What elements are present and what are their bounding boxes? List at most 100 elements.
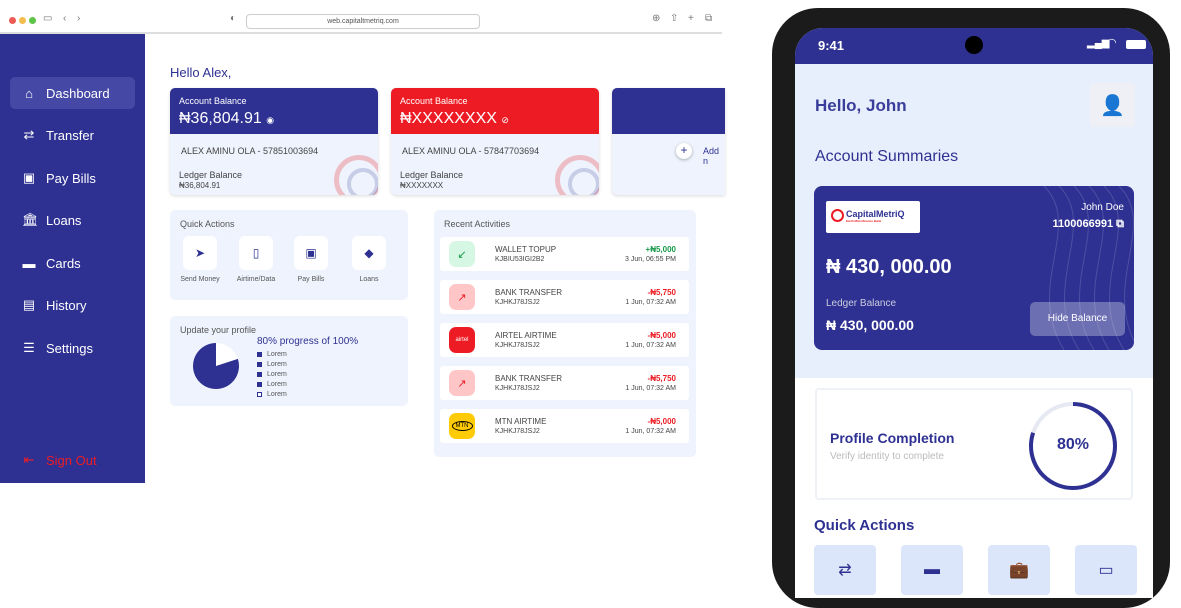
add-account-card[interactable]: + Add n [612,88,725,195]
url-text: web.capitaltmetriq.com [327,18,399,25]
activity-amount: -₦5,000 [647,331,676,340]
profile-subtitle: Verify identity to complete [830,451,944,462]
credit-card-icon: ▭ [1098,562,1114,579]
eye-off-icon[interactable]: ⊘ [501,115,509,125]
sidebar-item-cards[interactable]: ▬ Cards [10,247,135,279]
sign-out-button[interactable]: ⇤ Sign Out [10,444,135,476]
close-window-button[interactable] [9,17,16,24]
transfer-icon: ⇄ [838,562,852,579]
privacy-icon[interactable]: ◐ [230,13,236,24]
account-number: ALEX AMINU OLA - 57851003694 [181,146,319,156]
bank-icon: 🏛 [22,212,39,227]
panel-title: Recent Activities [444,219,511,229]
eye-icon[interactable]: ◉ [266,115,274,125]
airtime-data-button[interactable]: ▯ [239,236,273,270]
legend-item: Lorem [267,361,287,368]
legend-item: Lorem [267,371,287,378]
sidebar-item-pay-bills[interactable]: ▣ Pay Bills [10,162,135,194]
brand-watermark-icon [555,155,599,195]
tabs-icon[interactable]: ⧉ [705,13,712,24]
logo-text: MTN [451,421,473,431]
airtel-logo-icon: airtel [449,327,475,353]
account-card[interactable]: Account Balance ₦36,804.91 ◉ ALEX AMINU O… [170,88,378,195]
sidebar-item-dashboard[interactable]: ⌂ Dashboard [10,77,135,109]
phone-icon: ▯ [252,246,260,260]
sidebar-item-settings[interactable]: ☰ Settings [10,332,135,364]
greeting: Hello Alex, [170,65,232,80]
add-icon[interactable]: + [676,143,692,159]
activity-date: 1 Jun, 07:32 AM [625,342,676,349]
send-money-button[interactable]: ➤ [183,236,217,270]
arrow-down-left-icon: ↙ [449,241,475,267]
download-icon[interactable]: ⊕ [652,13,660,24]
bills-icon: ▣ [22,170,36,185]
maximize-window-button[interactable] [29,17,36,24]
activity-ref: KJHKJ78JSJ2 [495,428,540,435]
activity-ref: KJHKJ78JSJ2 [495,342,540,349]
sidebar-toggle-icon[interactable]: ▭ [43,13,52,24]
forward-icon[interactable]: › [77,13,80,24]
action-label: Airtime/Data [236,276,276,283]
ledger-label: Ledger Balance [400,170,464,180]
activity-row[interactable]: airtel AIRTEL AIRTIME KJHKJ78JSJ2 -₦5,00… [440,323,689,357]
browser-toolbar: ▭ ‹ › ◐ web.capitaltmetriq.com ⊕ ⇧ + ⧉ [0,0,722,34]
sidebar-item-history[interactable]: ▤ History [10,289,135,321]
card-button[interactable]: ▬ [901,545,963,595]
profile-completion-card[interactable]: Profile Completion Verify identity to co… [815,388,1133,500]
sidebar-item-label: Transfer [46,127,94,143]
battery-icon [1126,40,1146,49]
progress-text: 80% progress of 100% [257,336,359,347]
transfer-button[interactable]: ⇄ [814,545,876,595]
credit-card-button[interactable]: ▭ [1075,545,1137,595]
recent-activities-panel: Recent Activities ↙ WALLET TOPUP KJBIU53… [434,210,696,457]
card-balance: ₦36,804.91 [179,110,262,127]
account-card[interactable]: Account Balance ₦XXXXXXXX ⊘ ALEX AMINU OL… [391,88,599,195]
activity-title: BANK TRANSFER [495,374,562,383]
home-icon: ⌂ [25,85,33,101]
activity-row[interactable]: ↙ WALLET TOPUP KJBIU53IGI2B2 +₦5,000 3 J… [440,237,689,271]
cash-icon: ▣ [305,246,317,260]
pay-bills-button[interactable]: ▣ [294,236,328,270]
sidebar-item-label: Loans [46,212,82,228]
sign-out-icon: ⇤ [23,452,35,467]
ledger-balance: ₦36,804.91 [179,181,221,190]
hide-balance-button[interactable]: Hide Balance [1030,302,1125,336]
activity-row[interactable]: ↗ BANK TRANSFER KJHKJ78JSJ2 -₦5,750 1 Ju… [440,366,689,400]
history-icon: ▤ [22,297,36,312]
phone-screen: 9:41 ▂▄▆ ◠ Hello, John 👤 Account Summari… [795,28,1153,598]
minimize-window-button[interactable] [19,17,26,24]
card-balance: ₦XXXXXXXX [400,110,497,127]
sidebar-item-label: Pay Bills [46,170,96,186]
sidebar-item-transfer[interactable]: ⇄ Transfer [10,119,135,151]
activity-title: MTN AIRTIME [495,417,547,426]
add-account-label: Add n [703,146,720,166]
ledger-balance: ₦ 430, 000.00 [826,317,914,333]
avatar[interactable]: 👤 [1090,83,1135,127]
action-label: Send Money [180,276,220,283]
back-icon[interactable]: ‹ [63,13,66,24]
copy-icon[interactable]: ⧉ [1116,218,1124,230]
activity-ref: KJBIU53IGI2B2 [495,256,545,263]
legend-item: Lorem [267,391,287,398]
loans-button[interactable]: ◆ [352,236,386,270]
settings-icon: ☰ [23,340,35,355]
new-tab-icon[interactable]: + [688,13,694,24]
ledger-balance: ₦XXXXXXX [400,181,444,190]
panel-title: Update your profile [180,325,257,335]
sidebar-item-loans[interactable]: 🏛 Loans [10,204,135,236]
activity-row[interactable]: MTN MTN AIRTIME KJHKJ78JSJ2 -₦5,000 1 Ju… [440,409,689,443]
activity-date: 1 Jun, 07:32 AM [625,428,676,435]
briefcase-button[interactable]: 💼 [988,545,1050,595]
share-icon[interactable]: ⇧ [670,13,678,24]
sidebar-item-label: Cards [46,255,81,271]
address-bar[interactable]: web.capitaltmetriq.com [246,14,480,29]
action-label: Loans [359,276,379,283]
activity-title: WALLET TOPUP [495,245,557,254]
activity-title: BANK TRANSFER [495,288,562,297]
activity-row[interactable]: ↗ BANK TRANSFER KJHKJ78JSJ2 -₦5,750 1 Ju… [440,280,689,314]
arrow-up-right-icon: ↗ [449,284,475,310]
card-icon: ▬ [22,255,36,271]
activity-amount: -₦5,750 [647,374,676,383]
card-holder: John Doe [1081,202,1124,213]
phone-greeting: Hello, John [815,96,907,115]
